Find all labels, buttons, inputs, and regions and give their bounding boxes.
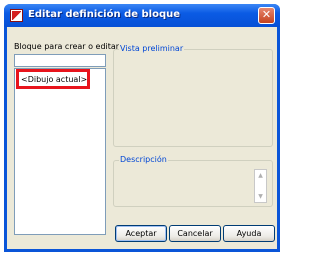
dialog-title: Editar definición de bloque [28, 9, 181, 20]
block-list[interactable]: <Dibujo actual> [14, 68, 106, 235]
highlight-box [16, 69, 90, 89]
dialog-body: Bloque para crear o editar <Dibujo actua… [7, 27, 277, 249]
block-list-label: Bloque para crear o editar [14, 42, 120, 51]
cancel-button[interactable]: Cancelar [169, 225, 221, 242]
block-name-input[interactable] [14, 54, 106, 67]
autocad-icon [10, 9, 23, 22]
accept-button[interactable]: Aceptar [115, 225, 167, 242]
description-group: Descripción ▲ ▼ [113, 155, 273, 207]
preview-legend: Vista preliminar [119, 44, 185, 53]
dialog-window: Editar definición de bloque ✕ Bloque par… [4, 4, 280, 252]
description-legend: Descripción [119, 155, 168, 164]
scroll-up-icon[interactable]: ▲ [256, 171, 265, 180]
preview-group: Vista preliminar [113, 44, 273, 147]
close-icon[interactable]: ✕ [258, 7, 275, 24]
description-scrollbar[interactable]: ▲ ▼ [254, 169, 267, 203]
scroll-down-icon[interactable]: ▼ [256, 192, 265, 201]
title-bar[interactable]: Editar definición de bloque ✕ [4, 4, 280, 27]
help-button[interactable]: Ayuda [223, 225, 275, 242]
